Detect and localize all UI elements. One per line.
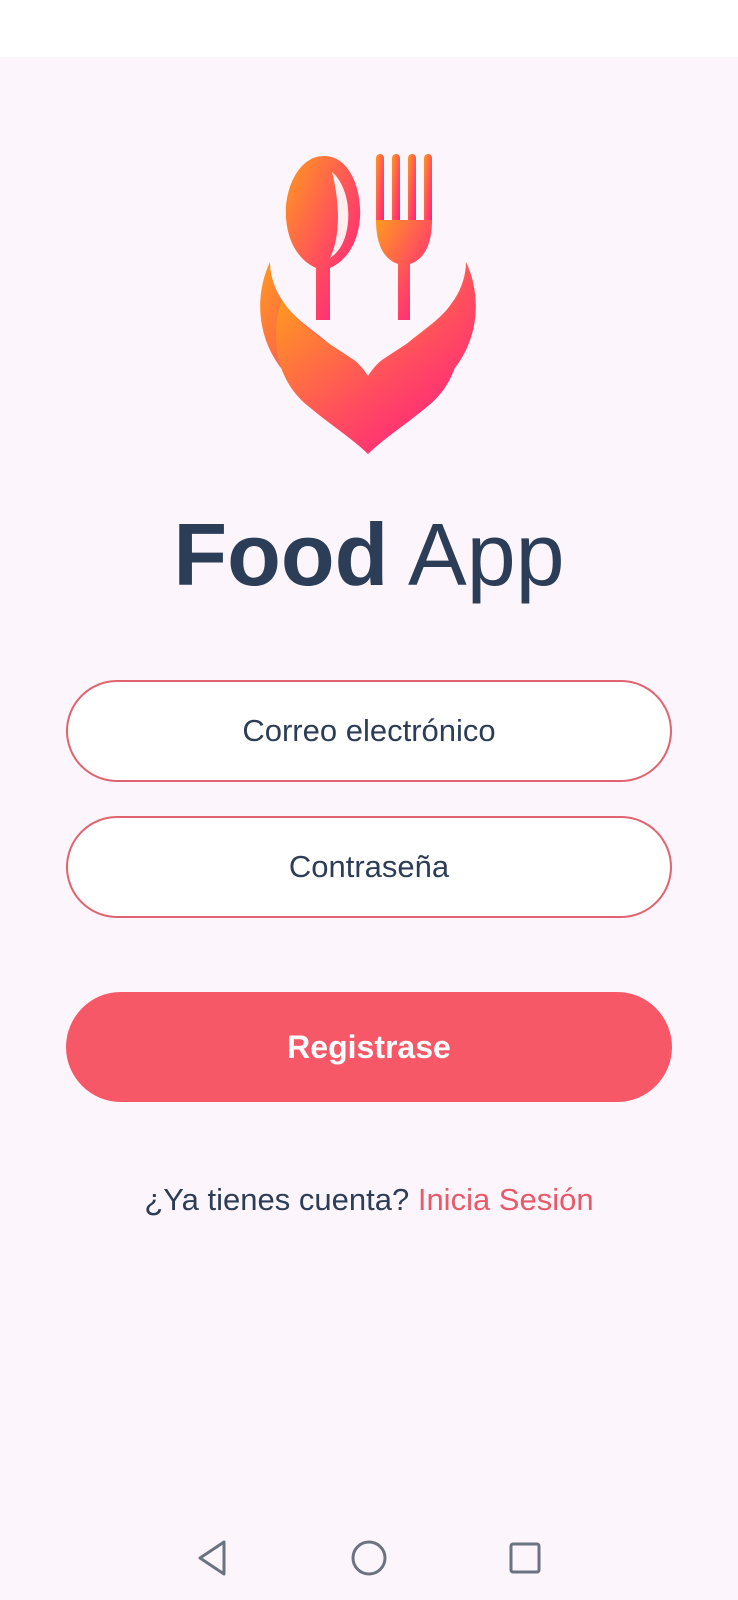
system-nav-bar <box>0 1514 738 1600</box>
login-prompt: ¿Ya tienes cuenta? Inicia Sesión <box>0 1175 738 1225</box>
back-button[interactable] <box>190 1536 234 1580</box>
password-field[interactable] <box>66 816 672 918</box>
recents-button[interactable] <box>503 1536 547 1580</box>
app-logo-icon <box>260 154 476 454</box>
app-title-light: App <box>408 505 565 604</box>
triangle-back-icon <box>198 1540 226 1576</box>
password-input[interactable] <box>68 818 670 916</box>
square-recents-icon <box>509 1542 541 1574</box>
home-button[interactable] <box>347 1536 391 1580</box>
login-prompt-text: ¿Ya tienes cuenta? <box>144 1182 410 1217</box>
circle-home-icon <box>351 1540 387 1576</box>
register-button[interactable]: Registrase <box>66 992 672 1102</box>
app-title-bold: Food <box>173 505 389 604</box>
status-bar <box>0 0 738 57</box>
app-title: Food App <box>0 500 738 610</box>
email-field[interactable] <box>66 680 672 782</box>
login-link[interactable]: Inicia Sesión <box>418 1182 594 1217</box>
email-input[interactable] <box>68 682 670 780</box>
